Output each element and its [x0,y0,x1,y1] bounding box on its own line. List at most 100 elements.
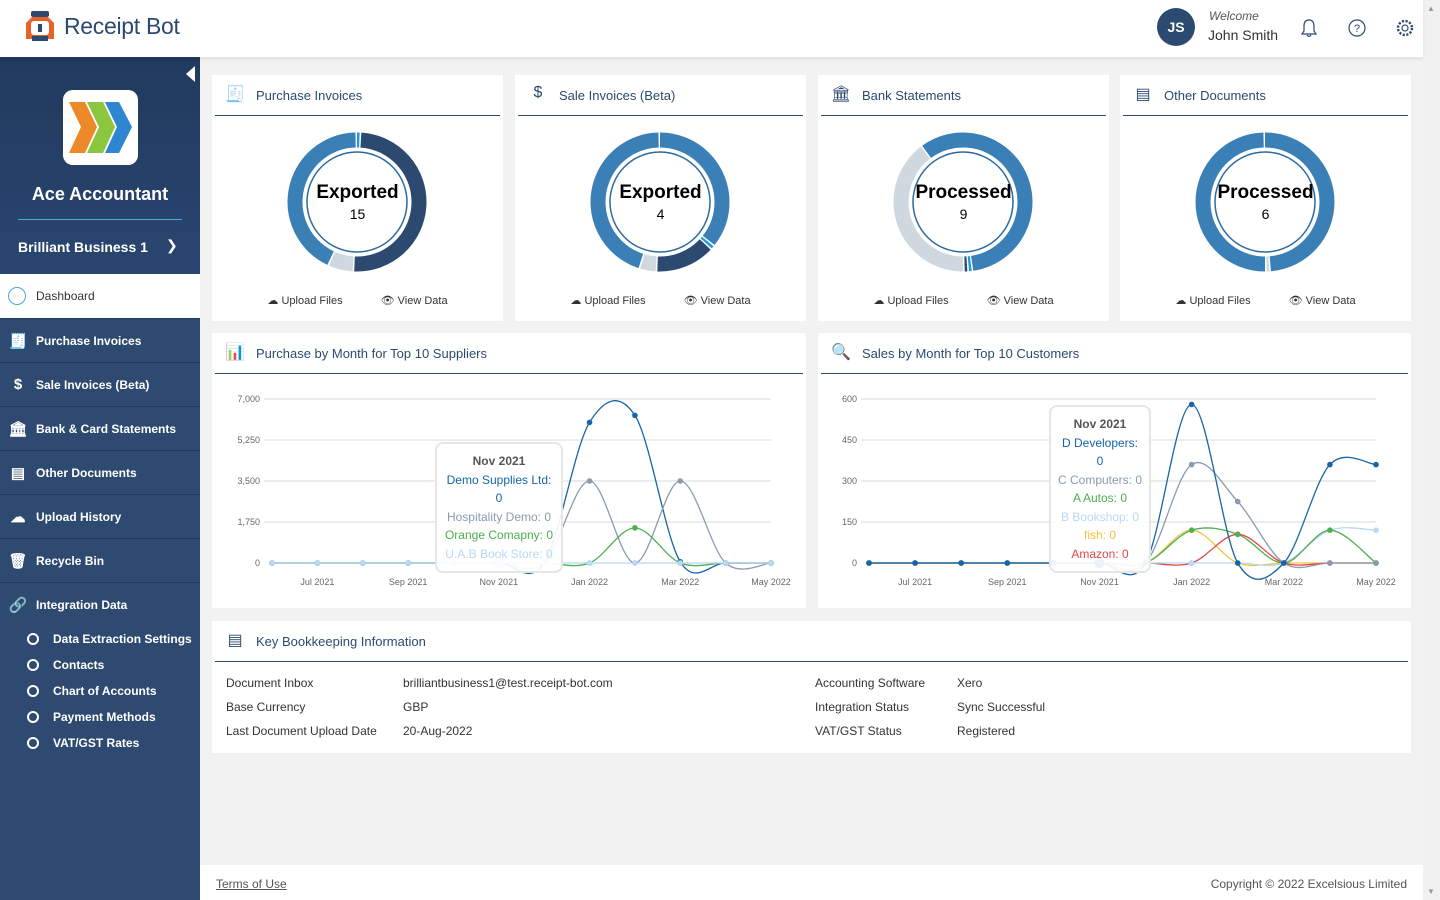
tooltip-line: U.A.B Book Store: 0 [445,546,553,561]
y-tick-label: 3,500 [237,476,260,486]
purchase-chart-card: 📊 Purchase by Month for Top 10 Suppliers … [212,333,806,608]
kb-label: Accounting Software [815,676,926,690]
sidebar-subitem-payment-methods[interactable]: Payment Methods [0,704,200,730]
link-label: Upload Files [887,295,949,307]
view-data-link[interactable]: 👁 View Data [684,294,751,307]
receipt-icon: 🧾 [8,332,28,350]
sidebar-item-dashboard[interactable]: Dashboard [0,274,200,318]
donut-count: 9 [959,206,968,222]
link-label: View Data [1003,295,1054,307]
data-point [586,478,593,484]
link-label: View Data [700,295,751,307]
tooltip-title: Nov 2021 [472,454,526,468]
sidebar-item-upload-history[interactable]: ☁ Upload History [0,494,200,538]
kb-value: Sync Successful [957,700,1046,714]
terms-of-use-link[interactable]: Terms of Use [216,877,287,891]
sidebar-item-sale-invoices[interactable]: $ Sale Invoices (Beta) [0,362,200,406]
summary-card-bank-statements: 🏛 Bank Statements Processed 9 ☁ Upload Fi… [818,75,1109,321]
data-point [586,560,593,566]
card-title: Other Documents [1164,87,1266,103]
sidebar-item-label: Upload History [36,509,122,524]
cloud-upload-icon: ☁ [10,508,26,526]
sidebar-subitem-chart-of-accounts[interactable]: Chart of Accounts [0,678,200,704]
chevron-down-icon[interactable]: ❯ [166,237,178,254]
kb-value: brilliantbusiness1@test.receipt-bot.com [403,676,613,690]
user-avatar[interactable]: JS [1157,8,1195,46]
app-logo[interactable]: Receipt Bot [22,9,180,43]
tooltip-line: Demo Supplies Ltd: 0 [446,472,552,506]
help-icon[interactable]: ? [1346,17,1368,39]
summary-card-other-documents: ▤ Other Documents Processed 6 ☁ Upload Fi… [1120,75,1411,321]
bank-icon: 🏛 [830,86,852,103]
upload-files-link[interactable]: ☁ Upload Files [873,294,948,307]
eye-icon: 👁 [1288,295,1303,307]
cloud-upload-icon: ☁ [267,295,279,307]
sidebar: Ace Accountant Brilliant Business 1 ❯ Da… [0,57,200,900]
user-name[interactable]: John Smith [1208,27,1278,43]
card-header: ▤ Other Documents [1123,75,1408,116]
summary-card-purchase-invoices: 🧾 Purchase Invoices Exported 15 ☁ Upload … [212,75,503,321]
trash-icon: 🗑 [8,552,28,570]
page-scrollbar[interactable]: ▲ ▼ [1423,0,1440,900]
robot-logo-icon [26,11,54,41]
sidebar-item-label: Other Documents [36,465,137,480]
view-data-link[interactable]: 👁 View Data [1289,294,1356,307]
sidebar-item-integration-data[interactable]: 🔗 Integration Data [0,582,200,626]
document-icon: ▤ [1135,86,1151,103]
bell-icon[interactable] [1298,17,1320,39]
card-title: Purchase Invoices [256,87,363,103]
x-tick-label: May 2022 [751,577,791,587]
y-tick-label: 450 [842,435,857,445]
org-logo [63,90,138,165]
y-tick-label: 0 [255,558,260,568]
kb-label: Base Currency [226,700,306,714]
sidebar-subitem-label: Contacts [53,658,105,672]
sidebar-item-purchase-invoices[interactable]: 🧾 Purchase Invoices [0,318,200,362]
sidebar-item-recycle-bin[interactable]: 🗑 Recycle Bin [0,538,200,582]
sidebar-subitem-vat-rates[interactable]: VAT/GST Rates [0,730,200,756]
donut-status-label: Exported [619,182,702,203]
sidebar-item-other-documents[interactable]: ▤ Other Documents [0,450,200,494]
data-point [632,525,638,531]
card-title: Sale Invoices (Beta) [559,87,676,103]
card-header: $ Sale Invoices (Beta) [518,75,803,116]
x-tick-label: Sep 2021 [988,577,1027,587]
business-selector[interactable]: Brilliant Business 1 [18,239,148,255]
sidebar-item-bank-statements[interactable]: 🏛 Bank & Card Statements [0,406,200,450]
sidebar-subitem-contacts[interactable]: Contacts [0,652,200,678]
y-tick-label: 5,250 [237,435,260,445]
settings-gear-icon[interactable] [1394,17,1416,39]
donut-status-label: Exported [316,182,399,203]
bank-icon: 🏛 [8,420,28,438]
footer: Terms of Use Copyright © 2022 Excelsious… [200,865,1423,900]
link-icon: 🔗 [8,596,28,614]
sidebar-subitem-data-extraction[interactable]: Data Extraction Settings [0,626,200,652]
card-header: ▤ Key Bookkeeping Information [215,621,1408,662]
upload-files-link[interactable]: ☁ Upload Files [570,294,645,307]
data-point [1188,401,1195,408]
circle-icon [27,633,39,645]
collapse-sidebar-icon[interactable] [186,66,195,82]
tooltip-line: fish: 0 [1083,528,1116,542]
x-tick-label: Jul 2021 [898,577,932,587]
tooltip-line: Hospitality Demo: 0 [446,509,552,524]
upload-files-link[interactable]: ☁ Upload Files [267,294,342,307]
sidebar-item-label: Recycle Bin [36,553,105,568]
y-tick-label: 1,750 [237,517,260,527]
summary-card-sale-invoices-beta: $ Sale Invoices (Beta) Exported 4 ☁ Uploa… [515,75,806,321]
view-data-link[interactable]: 👁 View Data [381,294,448,307]
card-title: Bank Statements [862,87,961,103]
data-point [1373,560,1379,566]
chart-tooltip: Nov 2021 Demo Supplies Ltd: 0 Hospitalit… [435,442,563,573]
cloud-upload-icon: ☁ [1175,295,1187,307]
view-data-link[interactable]: 👁 View Data [987,294,1054,307]
donut-count: 4 [656,206,665,222]
data-point [1234,531,1241,538]
sidebar-subitem-label: Data Extraction Settings [53,632,192,646]
ledger-icon: ▤ [227,632,243,649]
upload-files-link[interactable]: ☁ Upload Files [1175,294,1250,307]
data-point [1373,527,1379,533]
tooltip-line: Amazon: 0 [1071,546,1129,561]
cloud-upload-icon: ☁ [570,295,582,307]
link-label: Upload Files [584,295,646,307]
